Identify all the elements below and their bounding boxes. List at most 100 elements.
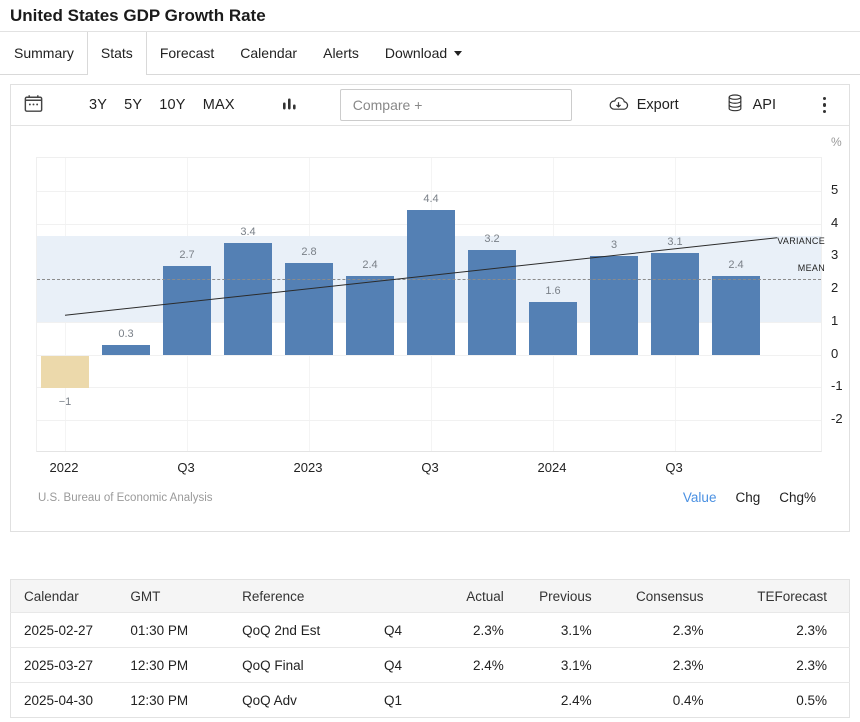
- bar-value-label: 2.4: [728, 259, 743, 271]
- table-cell: 0.5%: [704, 683, 850, 718]
- gdp-bar[interactable]: [529, 302, 577, 354]
- table-cell: 2.3%: [704, 648, 850, 683]
- cloud-download-icon: [608, 93, 629, 118]
- table-cell: 12:30 PM: [130, 683, 242, 718]
- table-header-cell: Calendar: [11, 580, 131, 613]
- gdp-bar[interactable]: [102, 345, 150, 355]
- gdp-bar[interactable]: [651, 253, 699, 355]
- table-header-cell: TEForecast: [704, 580, 850, 613]
- bar-value-label: 1.6: [545, 285, 560, 297]
- table-header-cell: Actual: [434, 580, 504, 613]
- x-axis-tick-label: Q3: [177, 460, 194, 475]
- x-axis-tick-label: Q3: [665, 460, 682, 475]
- y-axis-tick-label: -1: [831, 377, 843, 395]
- gdp-bar[interactable]: [285, 263, 333, 355]
- table-cell: QoQ Adv: [242, 683, 384, 718]
- export-button[interactable]: Export: [608, 93, 679, 118]
- bar-value-label: 2.8: [301, 246, 316, 258]
- range-5y-button[interactable]: 5Y: [124, 97, 142, 113]
- gdp-bar[interactable]: [468, 250, 516, 355]
- api-label: API: [753, 97, 776, 113]
- h-gridline: [37, 355, 821, 356]
- table-cell: 2.3%: [434, 613, 504, 648]
- variance-annotation: VARIANCE: [777, 236, 825, 247]
- x-axis-tick-label: 2022: [50, 460, 79, 475]
- table-cell: [434, 683, 504, 718]
- bar-value-label: 3.4: [240, 226, 255, 238]
- y-axis-tick-label: 2: [831, 279, 838, 297]
- table-header-cell: Previous: [504, 580, 592, 613]
- tab-alerts[interactable]: Alerts: [310, 32, 372, 74]
- date-range-calendar-button[interactable]: [22, 92, 45, 118]
- bar-value-label: 3.2: [484, 233, 499, 245]
- tab-download[interactable]: Download: [372, 32, 475, 74]
- table-cell: 2.3%: [592, 613, 704, 648]
- mean-line: [37, 279, 821, 280]
- h-gridline: [37, 191, 821, 192]
- tab-forecast[interactable]: Forecast: [147, 32, 227, 74]
- table-cell: 2025-02-27: [11, 613, 131, 648]
- h-gridline: [37, 387, 821, 388]
- table-cell: 2.4%: [434, 648, 504, 683]
- table-cell: 2.4%: [504, 683, 592, 718]
- table-cell: QoQ 2nd Est: [242, 613, 384, 648]
- gdp-bar[interactable]: [407, 210, 455, 354]
- gdp-bar[interactable]: [346, 276, 394, 355]
- gdp-bar[interactable]: [41, 356, 89, 389]
- gdp-growth-chart: −10.32.73.42.82.44.43.21.633.12.4VARIANC…: [11, 126, 849, 531]
- table-cell: 01:30 PM: [130, 613, 242, 648]
- table-cell: 2.3%: [592, 648, 704, 683]
- view-link-value[interactable]: Value: [683, 490, 717, 505]
- range-10y-button[interactable]: 10Y: [159, 97, 185, 113]
- chart-type-button[interactable]: [281, 95, 298, 115]
- range-3y-button[interactable]: 3Y: [89, 97, 107, 113]
- bar-value-label: −1: [59, 396, 72, 408]
- gdp-bar[interactable]: [712, 276, 760, 355]
- tab-calendar[interactable]: Calendar: [227, 32, 310, 74]
- y-axis-tick-label: 3: [831, 246, 838, 264]
- range-max-button[interactable]: MAX: [203, 97, 235, 113]
- view-link-chg[interactable]: Chg: [735, 490, 760, 505]
- table-header-row: CalendarGMTReferenceActualPreviousConsen…: [11, 580, 850, 613]
- table-row: 2025-03-2712:30 PMQoQ FinalQ42.4%3.1%2.3…: [11, 648, 850, 683]
- chart-card: 3Y 5Y 10Y MAX: [10, 84, 850, 532]
- table-header-cell: GMT: [130, 580, 242, 613]
- kebab-menu-button[interactable]: [820, 95, 829, 115]
- tab-summary[interactable]: Summary: [1, 32, 87, 74]
- y-axis-unit-label: %: [831, 133, 842, 151]
- bar-value-label: 4.4: [423, 193, 438, 205]
- export-label: Export: [637, 97, 679, 113]
- source-label: U.S. Bureau of Economic Analysis: [38, 492, 213, 504]
- view-link-chg-pct[interactable]: Chg%: [779, 490, 816, 505]
- plot-area: −10.32.73.42.82.44.43.21.633.12.4VARIANC…: [36, 157, 822, 452]
- y-axis-tick-label: 0: [831, 345, 838, 363]
- table-cell: 3.1%: [504, 613, 592, 648]
- kebab-icon: [823, 97, 826, 100]
- bar-value-label: 0.3: [118, 328, 133, 340]
- y-axis-tick-label: 4: [831, 214, 838, 232]
- y-axis-tick-label: 1: [831, 312, 838, 330]
- tab-stats[interactable]: Stats: [87, 32, 147, 75]
- api-button[interactable]: API: [725, 93, 776, 117]
- table-cell: Q4: [384, 613, 434, 648]
- page-header: United States GDP Growth Rate: [0, 0, 860, 32]
- table-cell: 2.3%: [704, 613, 850, 648]
- view-links: Value Chg Chg%: [683, 490, 816, 505]
- x-axis-tick-label: Q3: [421, 460, 438, 475]
- chevron-down-icon: [454, 51, 462, 56]
- chart-toolbar: 3Y 5Y 10Y MAX: [11, 85, 849, 126]
- compare-input[interactable]: [340, 89, 572, 121]
- table-cell: QoQ Final: [242, 648, 384, 683]
- table-row: 2025-02-2701:30 PMQoQ 2nd EstQ42.3%3.1%2…: [11, 613, 850, 648]
- table-header-cell: [384, 580, 434, 613]
- calendar-icon: [22, 92, 45, 118]
- tab-bar: Summary Stats Forecast Calendar Alerts D…: [0, 32, 860, 75]
- database-icon: [725, 93, 745, 117]
- bar-chart-icon: [281, 95, 298, 115]
- table-cell: Q1: [384, 683, 434, 718]
- gdp-bar[interactable]: [224, 243, 272, 354]
- gdp-bar[interactable]: [590, 256, 638, 354]
- bar-value-label: 3.1: [667, 236, 682, 248]
- page-title: United States GDP Growth Rate: [10, 6, 850, 26]
- x-axis-tick-label: 2023: [294, 460, 323, 475]
